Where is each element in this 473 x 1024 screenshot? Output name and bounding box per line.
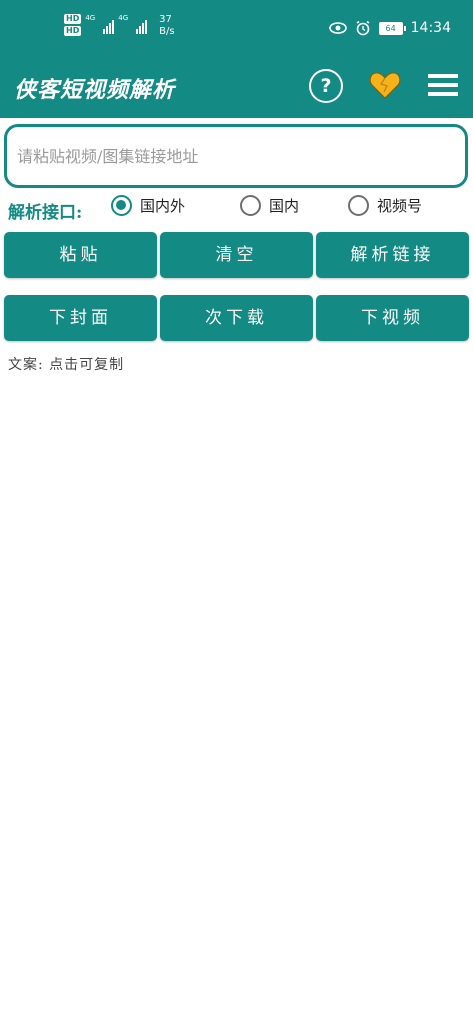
paste-button[interactable]: 粘贴 bbox=[4, 232, 157, 278]
signal2-icon bbox=[136, 14, 148, 34]
net2-label: 4G bbox=[118, 14, 129, 22]
copy-caption-hint[interactable]: 文案: 点击可复制 bbox=[8, 354, 124, 374]
status-right: 64 14:34 bbox=[328, 20, 451, 36]
radio-option-channels[interactable]: 视频号 bbox=[348, 195, 422, 216]
radio-option-domestic-foreign[interactable]: 国内外 bbox=[111, 195, 185, 216]
help-icon[interactable]: ? bbox=[309, 69, 343, 103]
heart-icon[interactable] bbox=[369, 70, 401, 100]
sim1-hd-badge: HD bbox=[64, 14, 82, 24]
app-title: 侠客短视频解析 bbox=[14, 77, 176, 103]
sim2-hd-badge: HD bbox=[64, 26, 82, 36]
download-cover-button[interactable]: 下封面 bbox=[4, 295, 157, 341]
radio-selected-icon[interactable] bbox=[111, 195, 132, 216]
menu-list-icon[interactable] bbox=[428, 74, 458, 96]
signal1-icon bbox=[103, 14, 115, 34]
radio-unselected-icon[interactable] bbox=[348, 195, 369, 216]
download-video-button[interactable]: 下视频 bbox=[316, 295, 469, 341]
clock: 14:34 bbox=[410, 20, 451, 36]
radio-option-label: 视频号 bbox=[377, 197, 423, 215]
radio-option-domestic[interactable]: 国内 bbox=[240, 195, 299, 216]
battery-icon: 64 bbox=[378, 21, 406, 35]
status-left: HD HD 4G 4G 37 B/s bbox=[64, 14, 175, 38]
speed-value: 37 bbox=[159, 14, 172, 25]
parse-link-button[interactable]: 解析链接 bbox=[316, 232, 469, 278]
net1-label: 4G bbox=[85, 14, 96, 22]
network-speed: 37 B/s bbox=[159, 14, 174, 38]
app-bar: 侠客短视频解析 ? bbox=[0, 60, 473, 118]
url-input[interactable] bbox=[7, 127, 457, 185]
alarm-icon bbox=[356, 20, 370, 36]
eye-icon bbox=[328, 22, 347, 34]
radio-option-label: 国内 bbox=[269, 197, 300, 215]
interface-label: 解析接口: bbox=[8, 203, 83, 223]
url-input-box bbox=[4, 124, 468, 188]
radio-option-label: 国内外 bbox=[140, 197, 186, 215]
sim-indicators: HD HD bbox=[64, 14, 82, 36]
clear-button[interactable]: 清空 bbox=[160, 232, 313, 278]
interface-selector: 解析接口: 国内外 国内 视频号 bbox=[0, 192, 473, 226]
speed-unit: B/s bbox=[159, 26, 175, 37]
status-bar: HD HD 4G 4G 37 B/s 64 14:34 bbox=[0, 0, 473, 60]
secondary-download-button[interactable]: 次下载 bbox=[160, 295, 313, 341]
radio-unselected-icon[interactable] bbox=[240, 195, 261, 216]
